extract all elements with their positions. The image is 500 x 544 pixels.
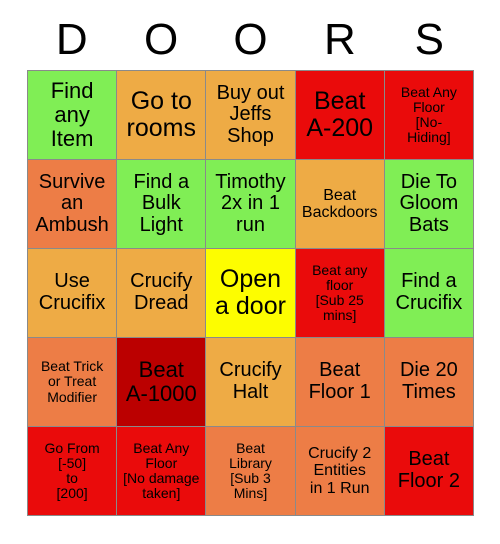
bingo-header-letter-3: R bbox=[324, 15, 356, 64]
bingo-cell-label: Go From [-50] to [200] bbox=[44, 439, 100, 502]
bingo-cell-label: Die To Gloom Bats bbox=[399, 170, 459, 236]
bingo-cell-label: Timothy 2x in 1 run bbox=[215, 170, 286, 236]
bingo-cell-r2-c3[interactable]: Beat any floor [Sub 25 mins] bbox=[295, 249, 384, 337]
bingo-cell-r2-c0[interactable]: Use Crucifix bbox=[28, 249, 117, 337]
bingo-cell-r2-c4[interactable]: Find a Crucifix bbox=[384, 249, 473, 337]
bingo-cell-r0-c1[interactable]: Go to rooms bbox=[117, 71, 206, 159]
bingo-cell-label: Beat Floor 2 bbox=[397, 448, 461, 492]
bingo-grid: Find any Item Go to rooms Buy out Jeffs Sh… bbox=[27, 70, 474, 516]
bingo-cell-label: Find any Item bbox=[50, 78, 94, 151]
bingo-cell-r3-c4[interactable]: Die 20 Times bbox=[384, 338, 473, 426]
bingo-header-letter-0: D bbox=[55, 15, 88, 64]
bingo-cell-label: Beat A-1000 bbox=[125, 357, 197, 406]
bingo-cell-r3-c2[interactable]: Crucify Halt bbox=[206, 338, 295, 426]
bingo-cell-r1-c3[interactable]: Beat Backdoors bbox=[295, 160, 384, 248]
bingo-cell-label: Beat Floor 1 bbox=[308, 359, 371, 403]
bingo-cell-r0-c4[interactable]: Beat Any Floor [No- Hiding] bbox=[384, 71, 473, 159]
bingo-cell-label: Beat Library [Sub 3 Mins] bbox=[229, 439, 272, 502]
bingo-cell-label: Beat any floor [Sub 25 mins] bbox=[312, 261, 368, 324]
bingo-cell-r0-c0[interactable]: Find any Item bbox=[28, 71, 117, 159]
bingo-cell-r2-c1[interactable]: Crucify Dread bbox=[117, 249, 206, 337]
bingo-cell-r3-c3[interactable]: Beat Floor 1 bbox=[295, 338, 384, 426]
bingo-cell-label: Crucify Halt bbox=[219, 359, 282, 403]
bingo-header-letter-2: O bbox=[233, 15, 268, 64]
bingo-cell-r4-c0[interactable]: Go From [-50] to [200] bbox=[28, 427, 117, 515]
bingo-cell-r1-c4[interactable]: Die To Gloom Bats bbox=[384, 160, 473, 248]
bingo-cell-label: Buy out Jeffs Shop bbox=[216, 81, 285, 147]
bingo-cell-label: Beat Any Floor [No- Hiding] bbox=[400, 83, 457, 146]
bingo-cell-label: Find a Bulk Light bbox=[133, 170, 190, 236]
bingo-header: DOORS bbox=[27, 12, 474, 68]
bingo-cell-r1-c1[interactable]: Find a Bulk Light bbox=[117, 160, 206, 248]
bingo-cell-r0-c3[interactable]: Beat A-200 bbox=[295, 71, 384, 159]
bingo-cell-label: Die 20 Times bbox=[399, 359, 458, 403]
bingo-cell-r3-c0[interactable]: Beat Trick or Treat Modifier bbox=[28, 338, 117, 426]
bingo-cell-r4-c4[interactable]: Beat Floor 2 bbox=[384, 427, 473, 515]
bingo-cell-label: Find a Crucifix bbox=[395, 270, 463, 314]
bingo-card: D O O R S Find any Item Go to rooms Buy out Je… bbox=[0, 0, 500, 544]
bingo-cell-r1-c2[interactable]: Timothy 2x in 1 run bbox=[206, 160, 295, 248]
bingo-cell-r4-c3[interactable]: Crucify 2 Entities in 1 Run bbox=[295, 427, 384, 515]
bingo-cell-label: Beat Trick or Treat Modifier bbox=[40, 358, 104, 405]
bingo-cell-label: Beat Any Floor [No damage taken] bbox=[123, 439, 200, 502]
bingo-cell-r0-c2[interactable]: Buy out Jeffs Shop bbox=[206, 71, 295, 159]
bingo-cell-r4-c2[interactable]: Beat Library [Sub 3 Mins] bbox=[206, 427, 295, 515]
bingo-cell-label: Crucify 2 Entities in 1 Run bbox=[308, 445, 372, 497]
bingo-cell-label: Beat Backdoors bbox=[301, 186, 378, 221]
bingo-cell-label: Open a door bbox=[215, 265, 286, 320]
bingo-header-letter-1: O bbox=[143, 15, 179, 64]
bingo-cell-label: Survive an Ambush bbox=[35, 170, 109, 236]
bingo-cell-label: Beat A-200 bbox=[306, 87, 374, 142]
bingo-cell-label: Use Crucifix bbox=[38, 270, 106, 314]
bingo-cell-label: Crucify Dread bbox=[130, 270, 193, 314]
bingo-cell-label: Go to rooms bbox=[126, 87, 197, 142]
bingo-cell-r2-c2[interactable]: Open a door bbox=[206, 249, 295, 337]
bingo-header-letter-4: S bbox=[414, 15, 444, 64]
bingo-cell-r1-c0[interactable]: Survive an Ambush bbox=[28, 160, 117, 248]
bingo-cell-r3-c1[interactable]: Beat A-1000 bbox=[117, 338, 206, 426]
bingo-cell-r4-c1[interactable]: Beat Any Floor [No damage taken] bbox=[117, 427, 206, 515]
